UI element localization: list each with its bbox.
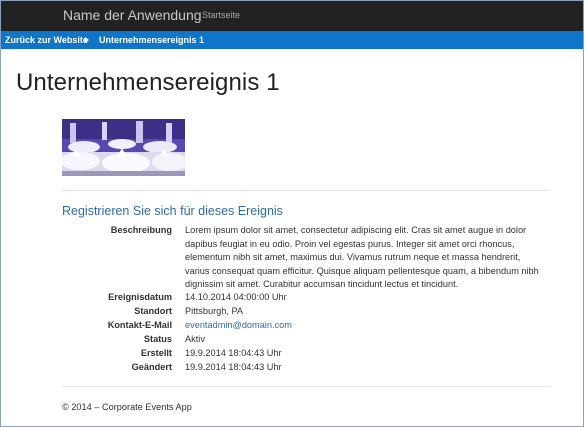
modified-label: Geändert — [131, 362, 172, 372]
status-label: Status — [143, 334, 172, 344]
location-value: Pittsburgh, PA — [185, 306, 244, 316]
page-title: Unternehmensereignis 1 — [16, 69, 280, 96]
breadcrumb: Zurück zur Website Unternehmensereignis … — [1, 31, 583, 49]
created-label: Erstellt — [140, 348, 172, 358]
top-navbar: Name der Anwendung Startseite — [1, 1, 583, 31]
created-value: 19.9.2014 18:04:43 Uhr — [185, 348, 282, 358]
contact-email-link[interactable]: eventadmin@domain.com — [185, 319, 541, 333]
nav-link-home[interactable]: Startseite — [202, 10, 240, 20]
date-value: 14.10.2014 04:00:00 Uhr — [185, 292, 287, 302]
breadcrumb-back-link[interactable]: Zurück zur Website — [5, 35, 88, 45]
footer-text: © 2014 – Corporate Events App — [62, 402, 192, 412]
contact-label: Kontakt-E-Mail — [107, 320, 172, 330]
app-brand-link[interactable]: Name der Anwendung — [63, 7, 202, 23]
modified-value: 19.9.2014 18:04:43 Uhr — [185, 362, 282, 372]
divider — [62, 190, 550, 191]
date-label: Ereignisdatum — [108, 292, 172, 302]
event-image — [62, 119, 185, 176]
status-value: Aktiv — [185, 334, 205, 344]
footer-divider — [62, 386, 550, 387]
section-title: Registrieren Sie sich für dieses Ereigni… — [62, 204, 283, 218]
event-photo-illustration — [62, 119, 185, 176]
description-label: Beschreibung — [110, 225, 172, 235]
location-label: Standort — [134, 306, 172, 316]
chevron-right-icon — [85, 37, 89, 43]
breadcrumb-current: Unternehmensereignis 1 — [99, 35, 205, 45]
description-value: Lorem ipsum dolor sit amet, consectetur … — [185, 225, 539, 289]
